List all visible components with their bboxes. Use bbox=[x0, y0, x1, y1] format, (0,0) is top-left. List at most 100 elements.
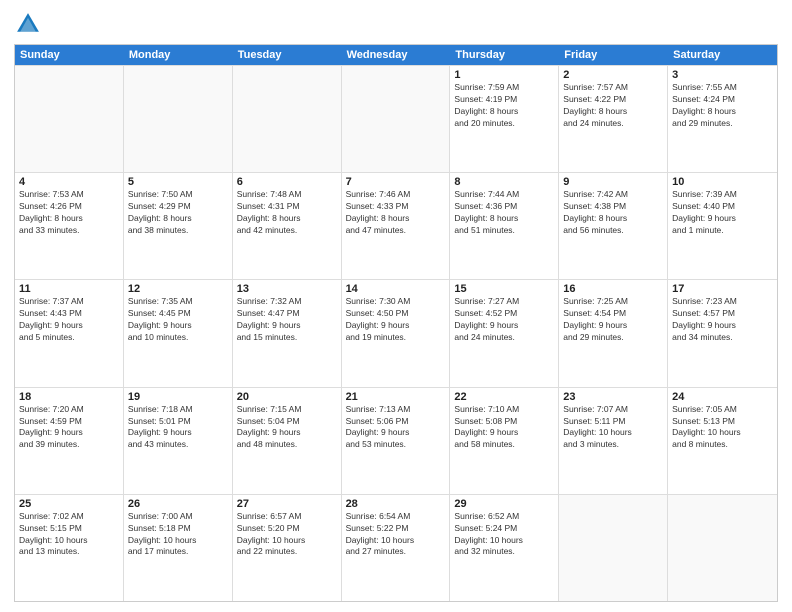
day-number: 3 bbox=[672, 69, 773, 81]
day-info: Sunrise: 7:02 AMSunset: 5:15 PMDaylight:… bbox=[19, 511, 119, 559]
day-number: 15 bbox=[454, 283, 554, 295]
day-cell-20: 20Sunrise: 7:15 AMSunset: 5:04 PMDayligh… bbox=[233, 388, 342, 494]
day-info: Sunrise: 7:07 AMSunset: 5:11 PMDaylight:… bbox=[563, 404, 663, 452]
calendar-row-1: 4Sunrise: 7:53 AMSunset: 4:26 PMDaylight… bbox=[15, 172, 777, 279]
day-info: Sunrise: 7:13 AMSunset: 5:06 PMDaylight:… bbox=[346, 404, 446, 452]
day-cell-23: 23Sunrise: 7:07 AMSunset: 5:11 PMDayligh… bbox=[559, 388, 668, 494]
empty-cell-0-3 bbox=[342, 66, 451, 172]
day-cell-5: 5Sunrise: 7:50 AMSunset: 4:29 PMDaylight… bbox=[124, 173, 233, 279]
calendar: SundayMondayTuesdayWednesdayThursdayFrid… bbox=[14, 44, 778, 602]
day-number: 10 bbox=[672, 176, 773, 188]
calendar-row-3: 18Sunrise: 7:20 AMSunset: 4:59 PMDayligh… bbox=[15, 387, 777, 494]
calendar-row-0: 1Sunrise: 7:59 AMSunset: 4:19 PMDaylight… bbox=[15, 65, 777, 172]
day-number: 29 bbox=[454, 498, 554, 510]
day-info: Sunrise: 7:42 AMSunset: 4:38 PMDaylight:… bbox=[563, 189, 663, 237]
day-number: 14 bbox=[346, 283, 446, 295]
day-cell-16: 16Sunrise: 7:25 AMSunset: 4:54 PMDayligh… bbox=[559, 280, 668, 386]
weekday-header-friday: Friday bbox=[559, 45, 668, 65]
day-info: Sunrise: 7:15 AMSunset: 5:04 PMDaylight:… bbox=[237, 404, 337, 452]
day-number: 28 bbox=[346, 498, 446, 510]
day-number: 6 bbox=[237, 176, 337, 188]
day-info: Sunrise: 7:46 AMSunset: 4:33 PMDaylight:… bbox=[346, 189, 446, 237]
day-number: 2 bbox=[563, 69, 663, 81]
day-info: Sunrise: 6:54 AMSunset: 5:22 PMDaylight:… bbox=[346, 511, 446, 559]
empty-cell-0-1 bbox=[124, 66, 233, 172]
day-cell-27: 27Sunrise: 6:57 AMSunset: 5:20 PMDayligh… bbox=[233, 495, 342, 601]
empty-cell-4-6 bbox=[668, 495, 777, 601]
day-number: 1 bbox=[454, 69, 554, 81]
day-info: Sunrise: 7:25 AMSunset: 4:54 PMDaylight:… bbox=[563, 296, 663, 344]
empty-cell-0-2 bbox=[233, 66, 342, 172]
day-number: 9 bbox=[563, 176, 663, 188]
day-cell-8: 8Sunrise: 7:44 AMSunset: 4:36 PMDaylight… bbox=[450, 173, 559, 279]
day-info: Sunrise: 7:53 AMSunset: 4:26 PMDaylight:… bbox=[19, 189, 119, 237]
day-cell-28: 28Sunrise: 6:54 AMSunset: 5:22 PMDayligh… bbox=[342, 495, 451, 601]
calendar-row-2: 11Sunrise: 7:37 AMSunset: 4:43 PMDayligh… bbox=[15, 279, 777, 386]
day-cell-11: 11Sunrise: 7:37 AMSunset: 4:43 PMDayligh… bbox=[15, 280, 124, 386]
day-info: Sunrise: 7:27 AMSunset: 4:52 PMDaylight:… bbox=[454, 296, 554, 344]
day-info: Sunrise: 6:57 AMSunset: 5:20 PMDaylight:… bbox=[237, 511, 337, 559]
empty-cell-0-0 bbox=[15, 66, 124, 172]
day-number: 13 bbox=[237, 283, 337, 295]
day-number: 8 bbox=[454, 176, 554, 188]
day-info: Sunrise: 7:44 AMSunset: 4:36 PMDaylight:… bbox=[454, 189, 554, 237]
day-cell-19: 19Sunrise: 7:18 AMSunset: 5:01 PMDayligh… bbox=[124, 388, 233, 494]
weekday-header-monday: Monday bbox=[124, 45, 233, 65]
logo bbox=[14, 10, 46, 38]
day-number: 26 bbox=[128, 498, 228, 510]
day-info: Sunrise: 7:30 AMSunset: 4:50 PMDaylight:… bbox=[346, 296, 446, 344]
day-cell-10: 10Sunrise: 7:39 AMSunset: 4:40 PMDayligh… bbox=[668, 173, 777, 279]
day-cell-29: 29Sunrise: 6:52 AMSunset: 5:24 PMDayligh… bbox=[450, 495, 559, 601]
day-number: 25 bbox=[19, 498, 119, 510]
day-number: 24 bbox=[672, 391, 773, 403]
day-info: Sunrise: 7:39 AMSunset: 4:40 PMDaylight:… bbox=[672, 189, 773, 237]
day-cell-6: 6Sunrise: 7:48 AMSunset: 4:31 PMDaylight… bbox=[233, 173, 342, 279]
day-info: Sunrise: 7:57 AMSunset: 4:22 PMDaylight:… bbox=[563, 82, 663, 130]
empty-cell-4-5 bbox=[559, 495, 668, 601]
day-info: Sunrise: 7:32 AMSunset: 4:47 PMDaylight:… bbox=[237, 296, 337, 344]
day-cell-26: 26Sunrise: 7:00 AMSunset: 5:18 PMDayligh… bbox=[124, 495, 233, 601]
day-number: 27 bbox=[237, 498, 337, 510]
day-cell-2: 2Sunrise: 7:57 AMSunset: 4:22 PMDaylight… bbox=[559, 66, 668, 172]
day-info: Sunrise: 6:52 AMSunset: 5:24 PMDaylight:… bbox=[454, 511, 554, 559]
day-number: 11 bbox=[19, 283, 119, 295]
day-cell-21: 21Sunrise: 7:13 AMSunset: 5:06 PMDayligh… bbox=[342, 388, 451, 494]
weekday-header-thursday: Thursday bbox=[450, 45, 559, 65]
day-number: 23 bbox=[563, 391, 663, 403]
weekday-header-saturday: Saturday bbox=[668, 45, 777, 65]
day-cell-1: 1Sunrise: 7:59 AMSunset: 4:19 PMDaylight… bbox=[450, 66, 559, 172]
day-number: 20 bbox=[237, 391, 337, 403]
day-cell-24: 24Sunrise: 7:05 AMSunset: 5:13 PMDayligh… bbox=[668, 388, 777, 494]
day-number: 16 bbox=[563, 283, 663, 295]
day-info: Sunrise: 7:55 AMSunset: 4:24 PMDaylight:… bbox=[672, 82, 773, 130]
day-cell-18: 18Sunrise: 7:20 AMSunset: 4:59 PMDayligh… bbox=[15, 388, 124, 494]
day-number: 12 bbox=[128, 283, 228, 295]
day-number: 22 bbox=[454, 391, 554, 403]
day-info: Sunrise: 7:20 AMSunset: 4:59 PMDaylight:… bbox=[19, 404, 119, 452]
day-number: 5 bbox=[128, 176, 228, 188]
calendar-header: SundayMondayTuesdayWednesdayThursdayFrid… bbox=[15, 45, 777, 65]
day-info: Sunrise: 7:10 AMSunset: 5:08 PMDaylight:… bbox=[454, 404, 554, 452]
day-info: Sunrise: 7:59 AMSunset: 4:19 PMDaylight:… bbox=[454, 82, 554, 130]
day-info: Sunrise: 7:00 AMSunset: 5:18 PMDaylight:… bbox=[128, 511, 228, 559]
day-number: 17 bbox=[672, 283, 773, 295]
day-cell-13: 13Sunrise: 7:32 AMSunset: 4:47 PMDayligh… bbox=[233, 280, 342, 386]
day-cell-15: 15Sunrise: 7:27 AMSunset: 4:52 PMDayligh… bbox=[450, 280, 559, 386]
day-number: 7 bbox=[346, 176, 446, 188]
day-cell-22: 22Sunrise: 7:10 AMSunset: 5:08 PMDayligh… bbox=[450, 388, 559, 494]
day-info: Sunrise: 7:50 AMSunset: 4:29 PMDaylight:… bbox=[128, 189, 228, 237]
day-cell-7: 7Sunrise: 7:46 AMSunset: 4:33 PMDaylight… bbox=[342, 173, 451, 279]
day-cell-14: 14Sunrise: 7:30 AMSunset: 4:50 PMDayligh… bbox=[342, 280, 451, 386]
day-info: Sunrise: 7:05 AMSunset: 5:13 PMDaylight:… bbox=[672, 404, 773, 452]
page: SundayMondayTuesdayWednesdayThursdayFrid… bbox=[0, 0, 792, 612]
weekday-header-sunday: Sunday bbox=[15, 45, 124, 65]
day-info: Sunrise: 7:18 AMSunset: 5:01 PMDaylight:… bbox=[128, 404, 228, 452]
weekday-header-wednesday: Wednesday bbox=[342, 45, 451, 65]
day-info: Sunrise: 7:37 AMSunset: 4:43 PMDaylight:… bbox=[19, 296, 119, 344]
day-cell-4: 4Sunrise: 7:53 AMSunset: 4:26 PMDaylight… bbox=[15, 173, 124, 279]
weekday-header-tuesday: Tuesday bbox=[233, 45, 342, 65]
day-cell-12: 12Sunrise: 7:35 AMSunset: 4:45 PMDayligh… bbox=[124, 280, 233, 386]
day-number: 4 bbox=[19, 176, 119, 188]
day-cell-17: 17Sunrise: 7:23 AMSunset: 4:57 PMDayligh… bbox=[668, 280, 777, 386]
logo-icon bbox=[14, 10, 42, 38]
